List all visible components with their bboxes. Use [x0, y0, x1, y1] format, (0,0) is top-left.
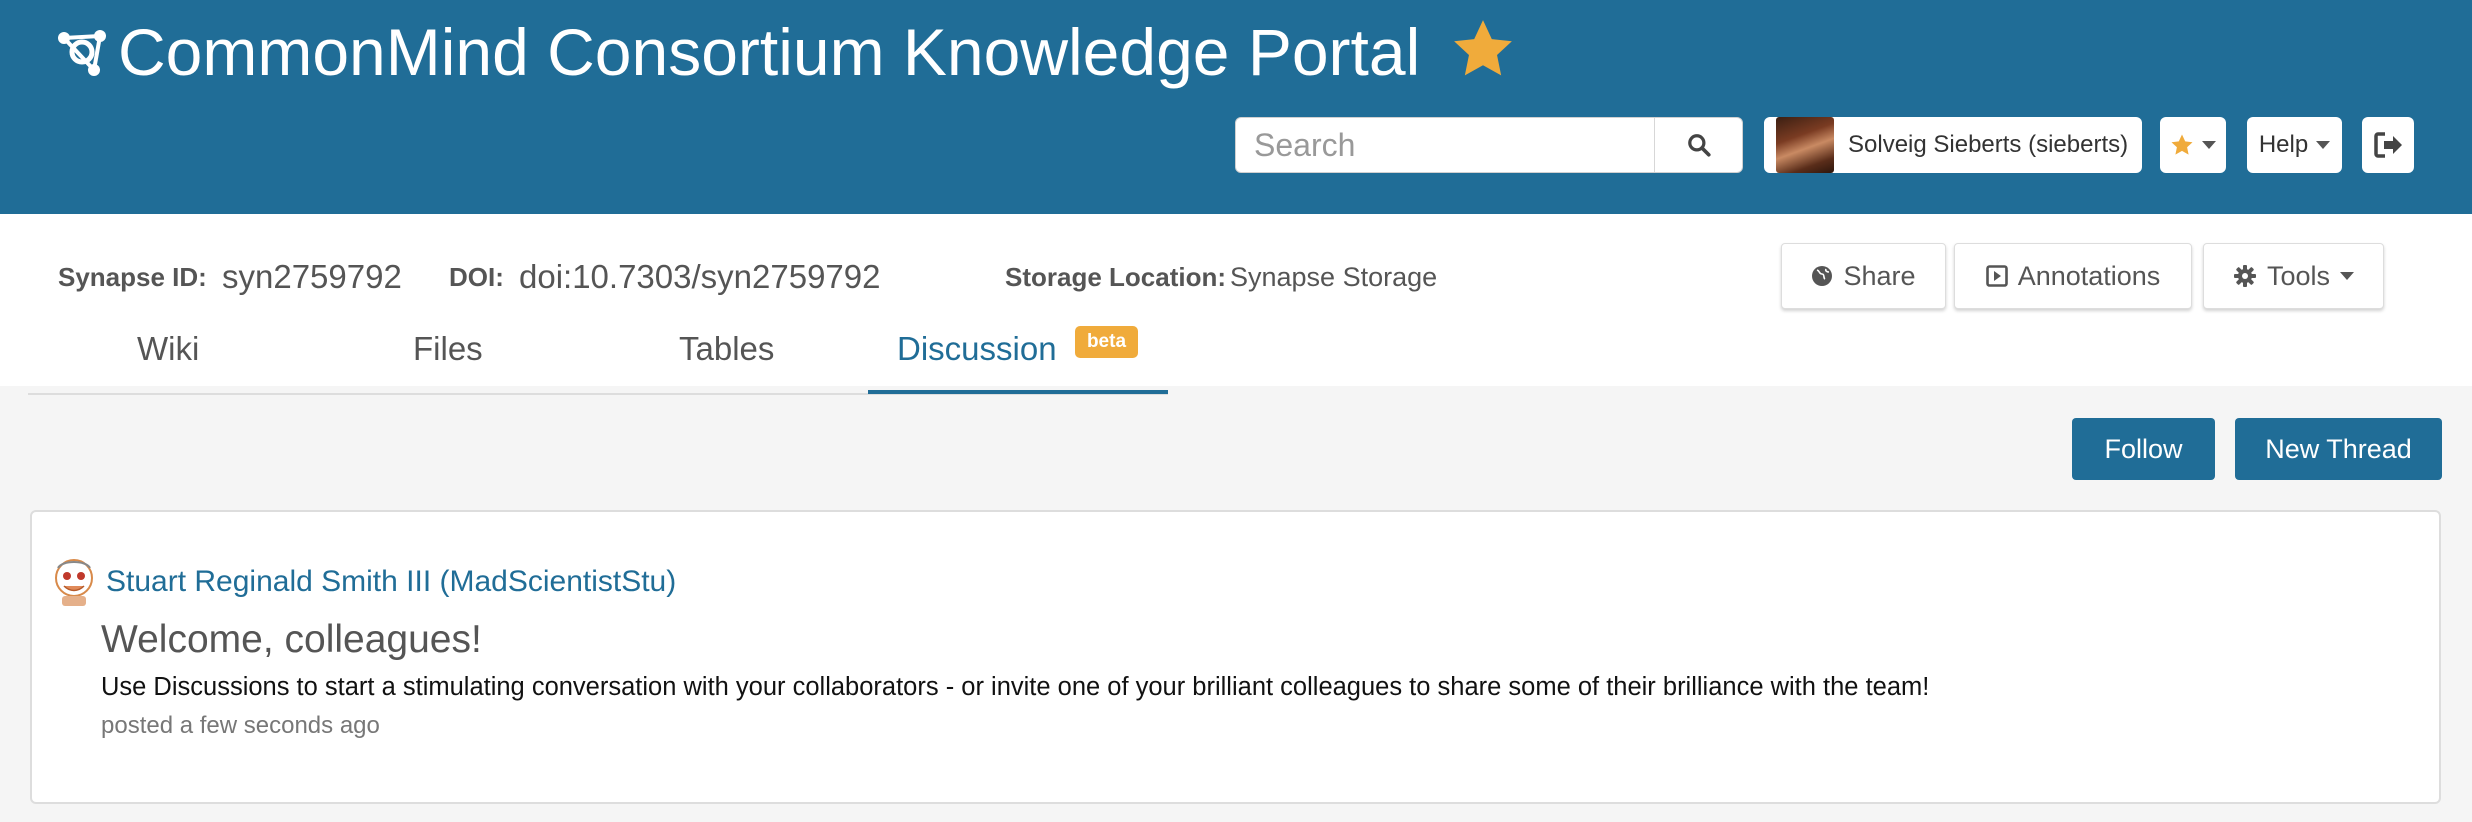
synapse-id-value: syn2759792: [222, 258, 402, 295]
chevron-down-icon: [2340, 272, 2355, 280]
storage-location-label: Storage Location:: [1005, 262, 1227, 292]
logout-icon: [2374, 132, 2402, 158]
follow-button[interactable]: Follow: [2072, 418, 2215, 480]
favorites-button[interactable]: [2160, 117, 2226, 173]
star-icon: [1454, 20, 1512, 76]
tools-label: Tools: [2266, 260, 2331, 291]
thread-body: Use Discussions to start a stimulating c…: [101, 673, 1930, 701]
synapse-id-label: Synapse ID:: [58, 262, 207, 292]
thread-author-link[interactable]: Stuart Reginald Smith III (MadScientistS…: [106, 565, 676, 599]
search-box: [1235, 117, 1743, 173]
chevron-down-icon: [2202, 141, 2216, 149]
doi-value: doi:10.7303/syn2759792: [519, 258, 881, 295]
thread-timestamp: posted a few seconds ago: [101, 712, 380, 739]
tab-discussion[interactable]: Discussion: [897, 330, 1057, 368]
storage-location-value: Synapse Storage: [1230, 262, 1438, 292]
logout-button[interactable]: [2362, 117, 2414, 173]
share-label: Share: [1843, 260, 1916, 291]
user-menu-button[interactable]: Solveig Sieberts (sieberts): [1764, 117, 2142, 173]
favorites-star-icon: [2171, 134, 2193, 155]
tab-wiki[interactable]: Wiki: [137, 330, 199, 368]
thread-title[interactable]: Welcome, colleagues!: [101, 618, 482, 662]
author-avatar: [55, 559, 93, 606]
top-header: CommonMind Consortium Knowledge Portal S…: [0, 0, 2472, 214]
chevron-down-icon: [2316, 141, 2331, 149]
help-button[interactable]: Help: [2247, 117, 2342, 173]
gear-icon: [2233, 265, 2256, 287]
portal-title[interactable]: CommonMind Consortium Knowledge Portal: [118, 10, 1420, 94]
logo-icon[interactable]: [54, 24, 110, 80]
avatar: [1776, 117, 1834, 173]
tab-tables[interactable]: Tables: [679, 330, 774, 368]
search-icon: [1687, 134, 1711, 157]
search-input[interactable]: [1236, 118, 1654, 172]
annotations-button[interactable]: Annotations: [1954, 243, 2192, 309]
tools-button[interactable]: Tools: [2203, 243, 2384, 309]
help-label: Help: [2258, 131, 2309, 158]
doi-label: DOI:: [449, 262, 504, 292]
annotations-label: Annotations: [2017, 260, 2161, 291]
share-button[interactable]: Share: [1781, 243, 1946, 309]
beta-badge: beta: [1075, 326, 1138, 358]
annotations-icon: [1985, 265, 2008, 287]
new-thread-button[interactable]: New Thread: [2235, 418, 2442, 480]
active-tab-indicator: [868, 390, 1168, 394]
search-button[interactable]: [1654, 118, 1742, 172]
globe-icon: [1812, 266, 1833, 286]
user-name: Solveig Sieberts (sieberts): [1848, 131, 2129, 158]
tab-files[interactable]: Files: [413, 330, 483, 368]
